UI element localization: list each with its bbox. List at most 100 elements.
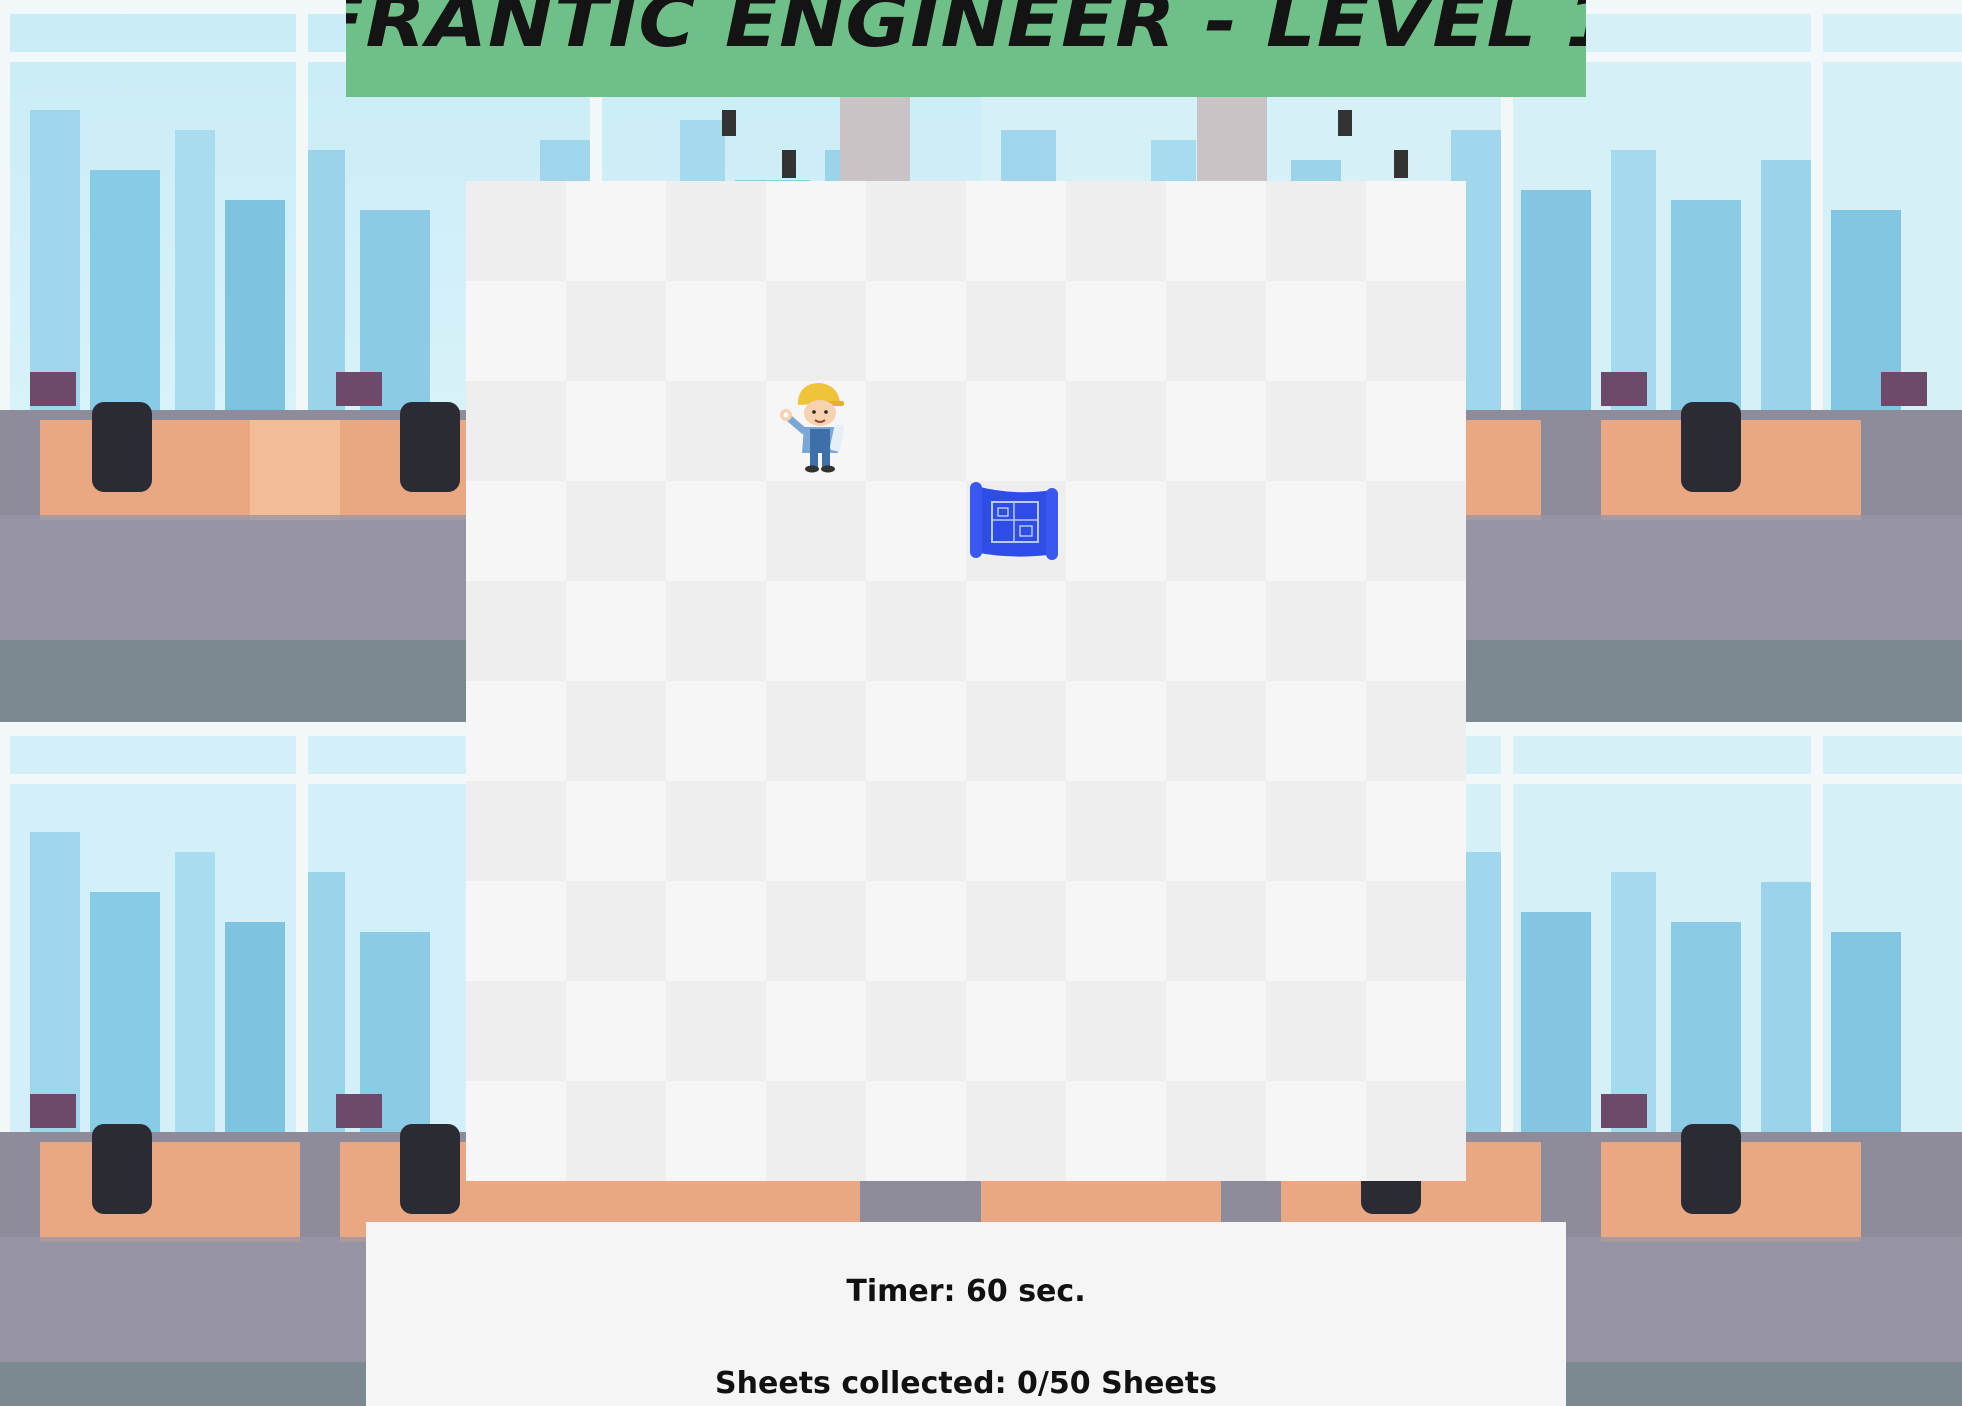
board-cell — [1166, 281, 1266, 381]
timer-label: Timer: — [846, 1274, 956, 1309]
board-cell — [966, 281, 1066, 381]
board-cell — [1166, 1081, 1266, 1181]
board-cell — [766, 781, 866, 881]
timer-unit: sec. — [1018, 1274, 1086, 1309]
board-cell — [866, 781, 966, 881]
game-screen: Frantic Engineer - Level 1 — [0, 0, 1962, 1406]
board-cell — [466, 1081, 566, 1181]
board-cell — [966, 381, 1066, 481]
board-cell — [866, 881, 966, 981]
board-cell — [866, 281, 966, 381]
board-cell — [566, 881, 666, 981]
board-cell — [666, 681, 766, 781]
board-cell — [1166, 481, 1266, 581]
board-cell — [1266, 281, 1366, 381]
game-board[interactable] — [466, 181, 1466, 1181]
board-cell — [766, 981, 866, 1081]
board-cell — [1266, 581, 1366, 681]
board-cell — [1366, 681, 1466, 781]
board-cell — [1066, 781, 1166, 881]
board-cell — [1166, 381, 1266, 481]
board-cell — [666, 581, 766, 681]
board-cell — [866, 381, 966, 481]
board-cell — [566, 1081, 666, 1181]
board-cell — [866, 181, 966, 281]
board-cell — [466, 381, 566, 481]
board-cell — [1066, 181, 1166, 281]
board-cell — [1066, 381, 1166, 481]
board-cell — [1066, 481, 1166, 581]
board-cell — [1366, 1081, 1466, 1181]
board-cell — [1066, 881, 1166, 981]
board-cell — [966, 981, 1066, 1081]
board-cell — [466, 881, 566, 981]
board-cell — [966, 1081, 1066, 1181]
board-cell — [766, 581, 866, 681]
board-cell — [1366, 981, 1466, 1081]
board-cell — [766, 281, 866, 381]
board-cell — [466, 281, 566, 381]
board-cell — [666, 481, 766, 581]
board-cell — [766, 1081, 866, 1181]
blueprint-icon — [970, 482, 1058, 560]
board-cell — [666, 381, 766, 481]
timer-display: Timer: 60 sec. — [366, 1274, 1566, 1309]
board-cell — [466, 581, 566, 681]
board-cell — [466, 981, 566, 1081]
board-cell — [766, 481, 866, 581]
board-cell — [1366, 281, 1466, 381]
sheets-total-value: 50 — [1048, 1366, 1091, 1401]
board-cell — [566, 781, 666, 881]
board-cell — [1266, 1081, 1366, 1181]
sheets-separator: / — [1037, 1366, 1049, 1401]
board-cell — [766, 181, 866, 281]
board-cell — [766, 681, 866, 781]
board-cell — [666, 181, 766, 281]
sheets-counter: Sheets collected: 0/50 Sheets — [366, 1366, 1566, 1401]
board-cell — [1166, 781, 1266, 881]
board-cell — [466, 681, 566, 781]
board-cell — [766, 881, 866, 981]
board-cell — [966, 881, 1066, 981]
board-cell — [1366, 181, 1466, 281]
board-cell — [566, 381, 666, 481]
board-cell — [1166, 981, 1266, 1081]
board-cell — [466, 781, 566, 881]
status-panel: Timer: 60 sec. Sheets collected: 0/50 Sh… — [366, 1222, 1566, 1406]
game-title: Frantic Engineer - Level 1 — [346, 0, 1586, 64]
board-cell — [966, 581, 1066, 681]
board-cell — [1266, 381, 1366, 481]
board-cell — [1266, 181, 1366, 281]
title-banner: Frantic Engineer - Level 1 — [346, 0, 1586, 97]
board-cell — [1266, 881, 1366, 981]
board-cell — [566, 481, 666, 581]
board-cell — [566, 981, 666, 1081]
board-cell — [966, 681, 1066, 781]
board-cell — [1366, 881, 1466, 981]
board-cell — [1166, 681, 1266, 781]
board-cell — [1266, 781, 1366, 881]
board-cell — [1066, 1081, 1166, 1181]
board-cell — [1266, 681, 1366, 781]
board-cell — [1066, 281, 1166, 381]
board-cell — [666, 281, 766, 381]
sheets-label: Sheets collected: — [715, 1366, 1007, 1401]
board-cell — [1066, 981, 1166, 1081]
board-cell — [866, 481, 966, 581]
timer-value: 60 — [966, 1274, 1008, 1309]
board-cell — [1366, 781, 1466, 881]
board-cell — [666, 981, 766, 1081]
board-cell — [866, 581, 966, 681]
board-cell — [566, 581, 666, 681]
board-cell — [1366, 381, 1466, 481]
sheets-unit: Sheets — [1101, 1366, 1217, 1401]
board-cell — [566, 181, 666, 281]
sheets-collected-value: 0 — [1017, 1366, 1038, 1401]
board-cell — [1066, 581, 1166, 681]
board-cell — [966, 181, 1066, 281]
board-cell — [1166, 581, 1266, 681]
board-cell — [566, 281, 666, 381]
board-cell — [466, 181, 566, 281]
board-cell — [1366, 481, 1466, 581]
board-cell — [1166, 181, 1266, 281]
